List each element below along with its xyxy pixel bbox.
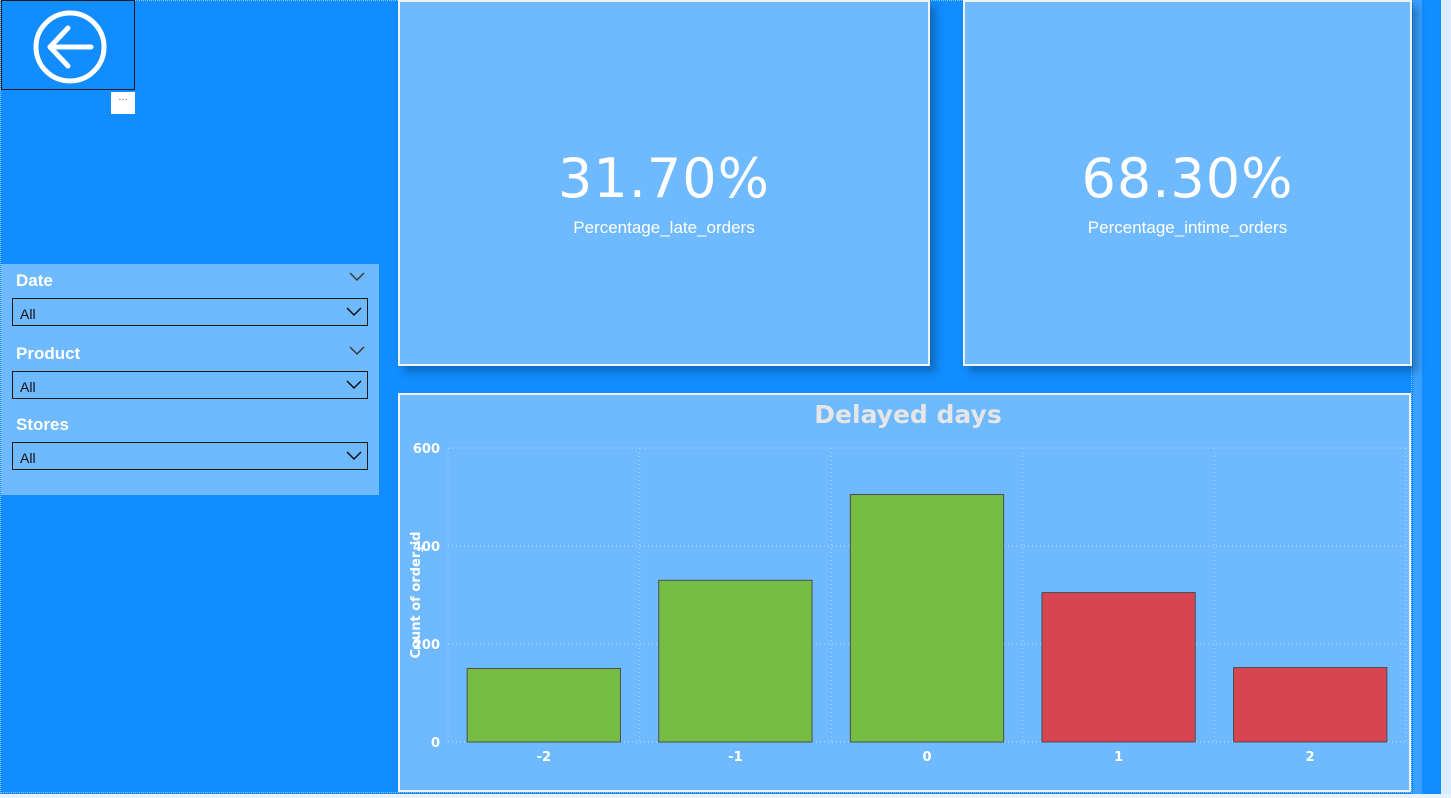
canvas-right-edge xyxy=(1441,0,1451,798)
bar-1[interactable] xyxy=(1041,592,1196,743)
slicer-product-collapse-icon[interactable] xyxy=(349,346,365,356)
slicer-stores-title: Stores xyxy=(16,415,69,434)
intime-orders-value: 68.30% xyxy=(1081,147,1294,210)
chevron-down-icon xyxy=(346,307,362,317)
slicer-product-title: Product xyxy=(16,344,81,363)
late-orders-card: 31.70% Percentage_late_orders xyxy=(398,0,930,366)
slicer-stores-dropdown[interactable]: All xyxy=(12,442,368,470)
chart-svg: 0200400600-2 -1 0 1 2 Delayed days Count of … xyxy=(409,400,1407,765)
x-tick-label: 0 xyxy=(922,750,931,765)
filter-panel: Date All Product All Stores All xyxy=(1,264,379,495)
slicer-product-dropdown[interactable]: All xyxy=(12,371,368,399)
report-canvas: ··· Date All Product All Stores All 31.7… xyxy=(0,0,1451,798)
slicer-date-title: Date xyxy=(16,271,53,290)
bar-0[interactable] xyxy=(849,494,1005,743)
x-tick-label: 2 xyxy=(1306,750,1315,765)
bar-2[interactable] xyxy=(1233,667,1388,743)
bar--2[interactable] xyxy=(466,668,621,743)
more-options-button[interactable]: ··· xyxy=(111,92,135,114)
chart-title: Delayed days xyxy=(814,400,1001,429)
late-orders-value: 31.70% xyxy=(558,147,770,210)
y-tick-label: 0 xyxy=(431,736,440,751)
delayed-days-chart: 0 200 400 600 -2 -1 0 1 2 Delayed days Count of … xyxy=(398,393,1411,792)
slicer-product-value: All xyxy=(20,379,36,395)
x-tick-label: -2 xyxy=(537,750,551,765)
x-tick-label: 1 xyxy=(1114,750,1123,765)
slicer-date-collapse-icon[interactable] xyxy=(349,272,365,282)
chart-y-axis-label: Count of order_id xyxy=(409,532,424,659)
slicer-date-value: All xyxy=(20,306,36,322)
canvas-bottom-edge xyxy=(0,794,1451,798)
canvas-right-strip xyxy=(1413,0,1422,798)
y-tick-label: 600 xyxy=(413,442,440,457)
chevron-down-icon xyxy=(346,380,362,390)
intime-orders-label: Percentage_intime_orders xyxy=(1087,218,1288,237)
bar--1[interactable] xyxy=(658,579,813,743)
back-button[interactable] xyxy=(1,0,135,90)
late-orders-label: Percentage_late_orders xyxy=(573,218,755,237)
slicer-date-dropdown[interactable]: All xyxy=(12,298,368,326)
slicer-stores-value: All xyxy=(20,450,36,466)
x-tick-label: -1 xyxy=(728,750,742,765)
chevron-down-icon xyxy=(346,451,362,461)
intime-orders-card: 68.30% Percentage_intime_orders xyxy=(963,0,1412,366)
arrow-left-circle-icon xyxy=(33,10,107,84)
